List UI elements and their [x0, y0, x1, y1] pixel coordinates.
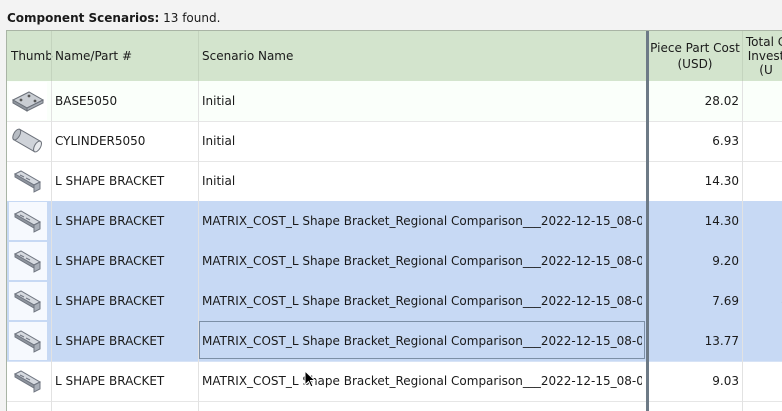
- table-row[interactable]: L SHAPE BRACKET MATRIX_COST_L Shape Brack…: [7, 281, 782, 322]
- total-header-line2: Invest: [747, 49, 782, 63]
- total-investment-cell: 7: [744, 161, 782, 201]
- piece-part-cost-cell: 28.02: [704, 94, 739, 108]
- scenario-name-cell: Initial: [202, 134, 236, 148]
- cylinder-part-icon: [9, 122, 47, 160]
- frozen-column-divider[interactable]: [646, 31, 649, 411]
- part-name-cell: CYLINDER5050: [55, 134, 146, 148]
- table-row[interactable]: L SHAPE BRACKET MATRIX_COST_L Shape Brack…: [7, 321, 782, 362]
- plate-part-icon: [9, 82, 47, 120]
- part-name-cell: L SHAPE BRACKET: [55, 294, 165, 308]
- bracket-part-icon: [9, 202, 47, 240]
- table-row[interactable]: L SHAPE BRACKET MATRIX_COST_L Shape Brack…: [7, 241, 782, 282]
- scenario-name-cell: MATRIX_COST_L Shape Bracket_Regional Com…: [202, 214, 642, 228]
- part-name-cell: L SHAPE BRACKET: [55, 174, 165, 188]
- piece-cost-header-line2: (USD): [677, 57, 713, 71]
- bracket-part-icon: [9, 362, 47, 400]
- piece-cost-header-line1: Piece Part Cost: [650, 41, 740, 55]
- scenario-grid[interactable]: Thumb Name/Part # Scenario Name Piece Pa…: [6, 30, 782, 411]
- table-row[interactable]: L SHAPE BRACKET MATRIX_COST_L Shape Brack…: [7, 201, 782, 242]
- focused-cell-outline: [199, 321, 645, 359]
- total-investment-cell: 7: [744, 201, 782, 241]
- scenario-name-cell: Initial: [202, 174, 236, 188]
- piece-part-cost-cell: 13.77: [704, 334, 739, 348]
- total-investment-cell: 3: [744, 321, 782, 361]
- part-name-cell: L SHAPE BRACKET: [55, 254, 165, 268]
- table-row[interactable]: L SHAPE BRACKET MATRIX_COST_L Shape Brack…: [7, 361, 782, 402]
- part-name-cell: L SHAPE BRACKET: [55, 334, 165, 348]
- part-name-cell: L SHAPE BRACKET: [55, 374, 165, 388]
- column-header-scenario[interactable]: Scenario Name: [202, 31, 642, 81]
- bracket-part-icon: [9, 242, 47, 280]
- bracket-part-icon: [9, 322, 47, 360]
- column-header-total-investment[interactable]: Total C Invest (U: [743, 31, 782, 81]
- grid-header: Thumb Name/Part # Scenario Name Piece Pa…: [7, 31, 782, 82]
- total-header-line1: Total C: [745, 35, 782, 49]
- piece-part-cost-cell: 14.30: [704, 214, 739, 228]
- scenario-name-cell: Initial: [202, 94, 236, 108]
- results-header-bar: Component Scenarios: 13 found.: [0, 0, 782, 30]
- piece-part-cost-cell: 7.69: [712, 294, 739, 308]
- component-scenarios-label: Component Scenarios:: [7, 11, 160, 25]
- table-row[interactable]: L SHAPE BRACKET Initial 14.30 7: [7, 161, 782, 202]
- mouse-cursor-icon: [304, 370, 316, 388]
- column-header-piece-part-cost[interactable]: Piece Part Cost (USD): [649, 31, 741, 81]
- total-investment-cell: [744, 81, 782, 121]
- bracket-part-icon: [9, 162, 47, 200]
- piece-part-cost-cell: 9.03: [712, 374, 739, 388]
- piece-part-cost-cell: 9.20: [712, 254, 739, 268]
- scenario-name-cell: MATRIX_COST_L Shape Bracket_Regional Com…: [202, 374, 642, 388]
- column-header-thumb[interactable]: Thumb: [11, 31, 53, 81]
- total-investment-cell: 5: [744, 241, 782, 281]
- total-investment-cell: [744, 121, 782, 161]
- total-investment-cell: 4: [744, 281, 782, 321]
- scenario-name-cell: MATRIX_COST_L Shape Bracket_Regional Com…: [202, 294, 642, 308]
- part-name-cell: L SHAPE BRACKET: [55, 214, 165, 228]
- results-count-label: Component Scenarios: 13 found.: [7, 11, 220, 25]
- scenario-name-cell: MATRIX_COST_L Shape Bracket_Regional Com…: [202, 254, 642, 268]
- total-header-line3: (U: [759, 63, 773, 77]
- table-row[interactable]: CYLINDER5050 Initial 6.93: [7, 121, 782, 162]
- bracket-part-icon: [9, 282, 47, 320]
- table-row[interactable]: BASE5050 Initial 28.02: [7, 81, 782, 122]
- found-count: 13 found.: [163, 11, 221, 25]
- part-name-cell: BASE5050: [55, 94, 118, 108]
- column-header-name[interactable]: Name/Part #: [55, 31, 195, 81]
- piece-part-cost-cell: 6.93: [712, 134, 739, 148]
- total-investment-cell: 3: [744, 361, 782, 401]
- piece-part-cost-cell: 14.30: [704, 174, 739, 188]
